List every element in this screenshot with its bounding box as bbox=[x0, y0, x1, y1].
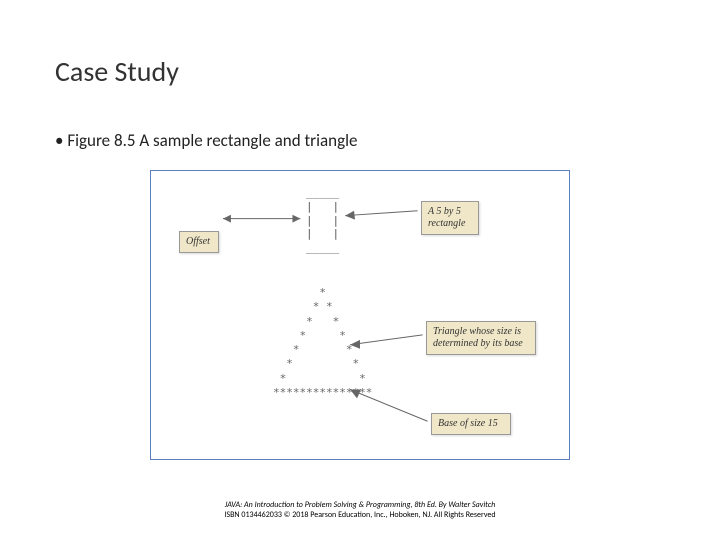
footer-line-1: JAVA: An Introduction to Problem Solving… bbox=[0, 500, 720, 510]
label-offset: Offset bbox=[179, 231, 219, 253]
footer-line-2: ISBN 0134462033 © 2018 Pearson Education… bbox=[0, 510, 720, 520]
slide-title: Case Study bbox=[55, 54, 179, 89]
label-base: Base of size 15 bbox=[431, 413, 511, 435]
label-triangle: Triangle whose size is determined by its… bbox=[426, 321, 536, 355]
label-rectangle: A 5 by 5 rectangle bbox=[421, 201, 479, 235]
figure-container: _____ | | | | | | _____ * * * * * * * * … bbox=[150, 170, 570, 460]
ascii-triangle: * * * * * * * * * * * * * **************… bbox=[273, 286, 372, 400]
bullet-text: Figure 8.5 A sample rectangle and triang… bbox=[55, 130, 357, 151]
ascii-rectangle: _____ | | | | | | _____ bbox=[306, 186, 339, 255]
